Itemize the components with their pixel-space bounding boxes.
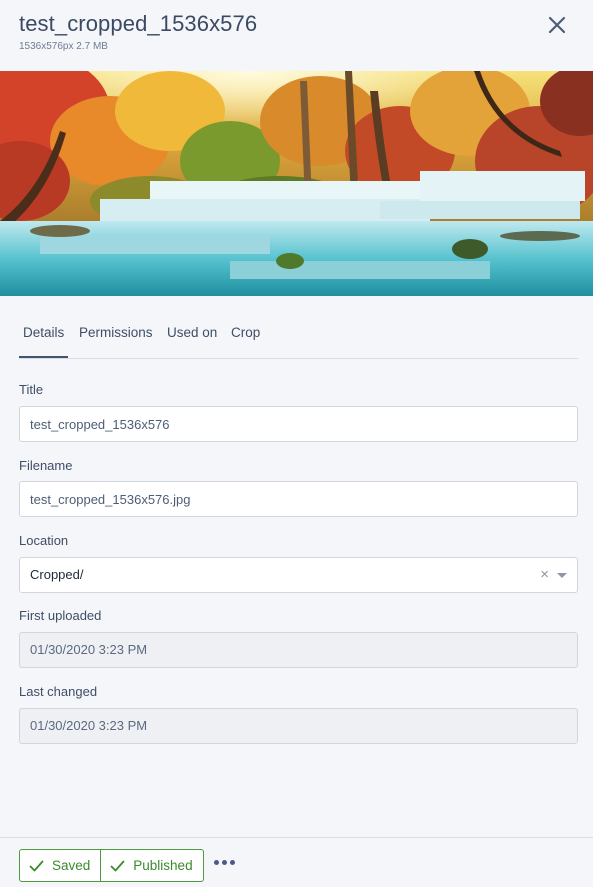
chevron-down-icon[interactable] (557, 573, 567, 578)
details-tabs: Details Permissions Used on Crop (18, 312, 578, 359)
saved-label: Saved (52, 858, 91, 873)
title-label: Title (19, 382, 44, 397)
more-dots-icon (214, 860, 219, 865)
first-uploaded-value: 01/30/2020 3:23 PM (19, 632, 578, 668)
filename-label: Filename (19, 458, 73, 473)
location-select[interactable]: Cropped/ × (19, 557, 578, 593)
close-icon (548, 16, 566, 34)
last-changed-label: Last changed (19, 684, 98, 699)
asset-details-panel: test_cropped_1536x576 1536x576px 2.7 MB (0, 0, 593, 887)
status-button-group: Saved Published (19, 849, 204, 882)
check-icon (110, 860, 125, 871)
published-label: Published (133, 858, 193, 873)
waterfall-landscape-image (0, 71, 593, 296)
tab-crop[interactable]: Crop (231, 325, 260, 340)
close-button[interactable] (547, 15, 567, 35)
published-button[interactable]: Published (100, 850, 202, 881)
filename-input[interactable] (19, 481, 578, 517)
saved-button[interactable]: Saved (20, 850, 100, 881)
image-preview (0, 71, 593, 296)
asset-title: test_cropped_1536x576 (19, 11, 258, 36)
last-changed-value: 01/30/2020 3:23 PM (19, 708, 578, 744)
title-input[interactable] (19, 406, 578, 442)
location-value: Cropped/ (30, 567, 84, 582)
more-dot (222, 860, 227, 865)
tab-used-on[interactable]: Used on (167, 325, 217, 340)
tab-details[interactable]: Details (18, 325, 69, 358)
location-label: Location (19, 533, 69, 548)
panel-header: test_cropped_1536x576 1536x576px 2.7 MB (0, 0, 593, 71)
tab-permissions[interactable]: Permissions (79, 325, 153, 340)
asset-meta: 1536x576px 2.7 MB (19, 41, 108, 52)
more-options-button[interactable] (214, 856, 235, 869)
clear-icon[interactable]: × (540, 558, 549, 592)
panel-footer: Saved Published (0, 837, 593, 887)
first-uploaded-label: First uploaded (19, 608, 102, 623)
more-dot (230, 860, 235, 865)
check-icon (29, 860, 44, 871)
